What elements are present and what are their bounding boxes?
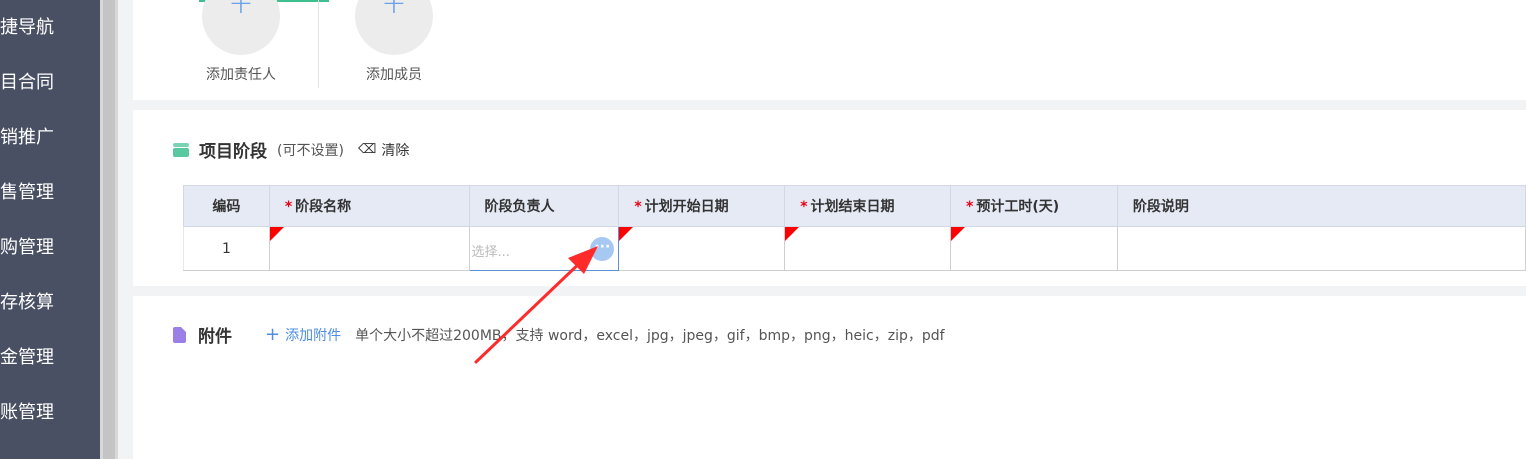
sidebar-item-project-contract[interactable]: 目合同: [0, 68, 100, 98]
row-index: 1: [183, 226, 270, 271]
clear-button[interactable]: ⌫ 清除: [358, 140, 409, 160]
add-owner-label: 添加责任人: [206, 67, 276, 83]
sidebar-item-purchase[interactable]: 购管理: [0, 233, 100, 263]
add-attachment-label: 添加附件: [285, 327, 342, 344]
attachment-hint: 单个大小不超过200MB，支持 word，excel，jpg，jpeg，gif，…: [355, 327, 945, 344]
attachment-title: 附件: [198, 327, 232, 347]
stage-header: 项目阶段 (可不设置) ⌫ 清除: [173, 137, 409, 162]
col-desc: 阶段说明: [1116, 185, 1526, 227]
col-hours: * 预计工时(天): [950, 185, 1118, 227]
add-member-button[interactable]: + 添加成员: [339, 0, 449, 84]
plus-icon: +: [265, 323, 281, 345]
table-row: 1 选择... ···: [183, 226, 1526, 271]
stage-panel: 项目阶段 (可不设置) ⌫ 清除 编码 * 阶段名称 阶段负责人 * 计划开始日期 …: [133, 110, 1526, 286]
required-flag: [951, 227, 966, 241]
sidebar-item-inventory[interactable]: 存核算: [0, 288, 100, 318]
document-icon: [173, 326, 186, 343]
attachment-panel: 附件 + 添加附件 单个大小不超过200MB，支持 word，excel，jpg…: [133, 296, 1526, 459]
add-owner-button[interactable]: + 添加责任人: [186, 0, 296, 84]
plus-icon: +: [228, 0, 254, 21]
sidebar-item-quick-nav[interactable]: 捷导航: [0, 13, 100, 43]
sidebar-scrollbar[interactable]: [103, 0, 115, 459]
add-member-label: 添加成员: [366, 67, 422, 83]
end-date-cell[interactable]: [784, 226, 952, 271]
plus-icon: +: [381, 0, 407, 21]
add-member-circle[interactable]: +: [355, 0, 433, 55]
sidebar-item-funds[interactable]: 金管理: [0, 343, 100, 373]
required-flag: [619, 227, 634, 241]
stage-title: 项目阶段: [199, 142, 267, 162]
add-owner-circle[interactable]: +: [202, 0, 280, 55]
annotation-arrow-icon: [474, 246, 598, 364]
col-name: * 阶段名称: [268, 185, 470, 227]
divider: [318, 0, 319, 88]
add-attachment-button[interactable]: + 添加附件: [265, 325, 341, 345]
required-flag: [269, 227, 284, 241]
hours-cell[interactable]: [950, 226, 1118, 271]
desc-cell[interactable]: [1116, 226, 1526, 271]
stack-icon: [173, 142, 189, 157]
col-code: 编码: [183, 185, 270, 227]
stage-subtitle: (可不设置): [277, 142, 344, 159]
start-date-cell[interactable]: [618, 226, 786, 271]
sidebar: 捷导航 目合同 销推广 售管理 购管理 存核算 金管理 账管理: [0, 0, 100, 459]
col-start: * 计划开始日期: [618, 185, 786, 227]
clear-label: 清除: [381, 142, 410, 159]
table-header-row: 编码 * 阶段名称 阶段负责人 * 计划开始日期 * 计划结束日期 * 预计工时(天) …: [183, 185, 1526, 227]
col-owner: 阶段负责人: [468, 185, 620, 227]
stage-name-cell[interactable]: [268, 226, 470, 271]
col-end: * 计划结束日期: [784, 185, 952, 227]
sidebar-item-sales[interactable]: 售管理: [0, 178, 100, 208]
required-flag: [785, 227, 800, 241]
eraser-icon: ⌫: [357, 142, 377, 157]
members-panel: + 添加责任人 + 添加成员: [133, 0, 1526, 100]
sidebar-item-marketing[interactable]: 销推广: [0, 123, 100, 153]
sidebar-item-accounts[interactable]: 账管理: [0, 398, 100, 428]
stage-table: 编码 * 阶段名称 阶段负责人 * 计划开始日期 * 计划结束日期 * 预计工时(天) …: [183, 185, 1526, 271]
